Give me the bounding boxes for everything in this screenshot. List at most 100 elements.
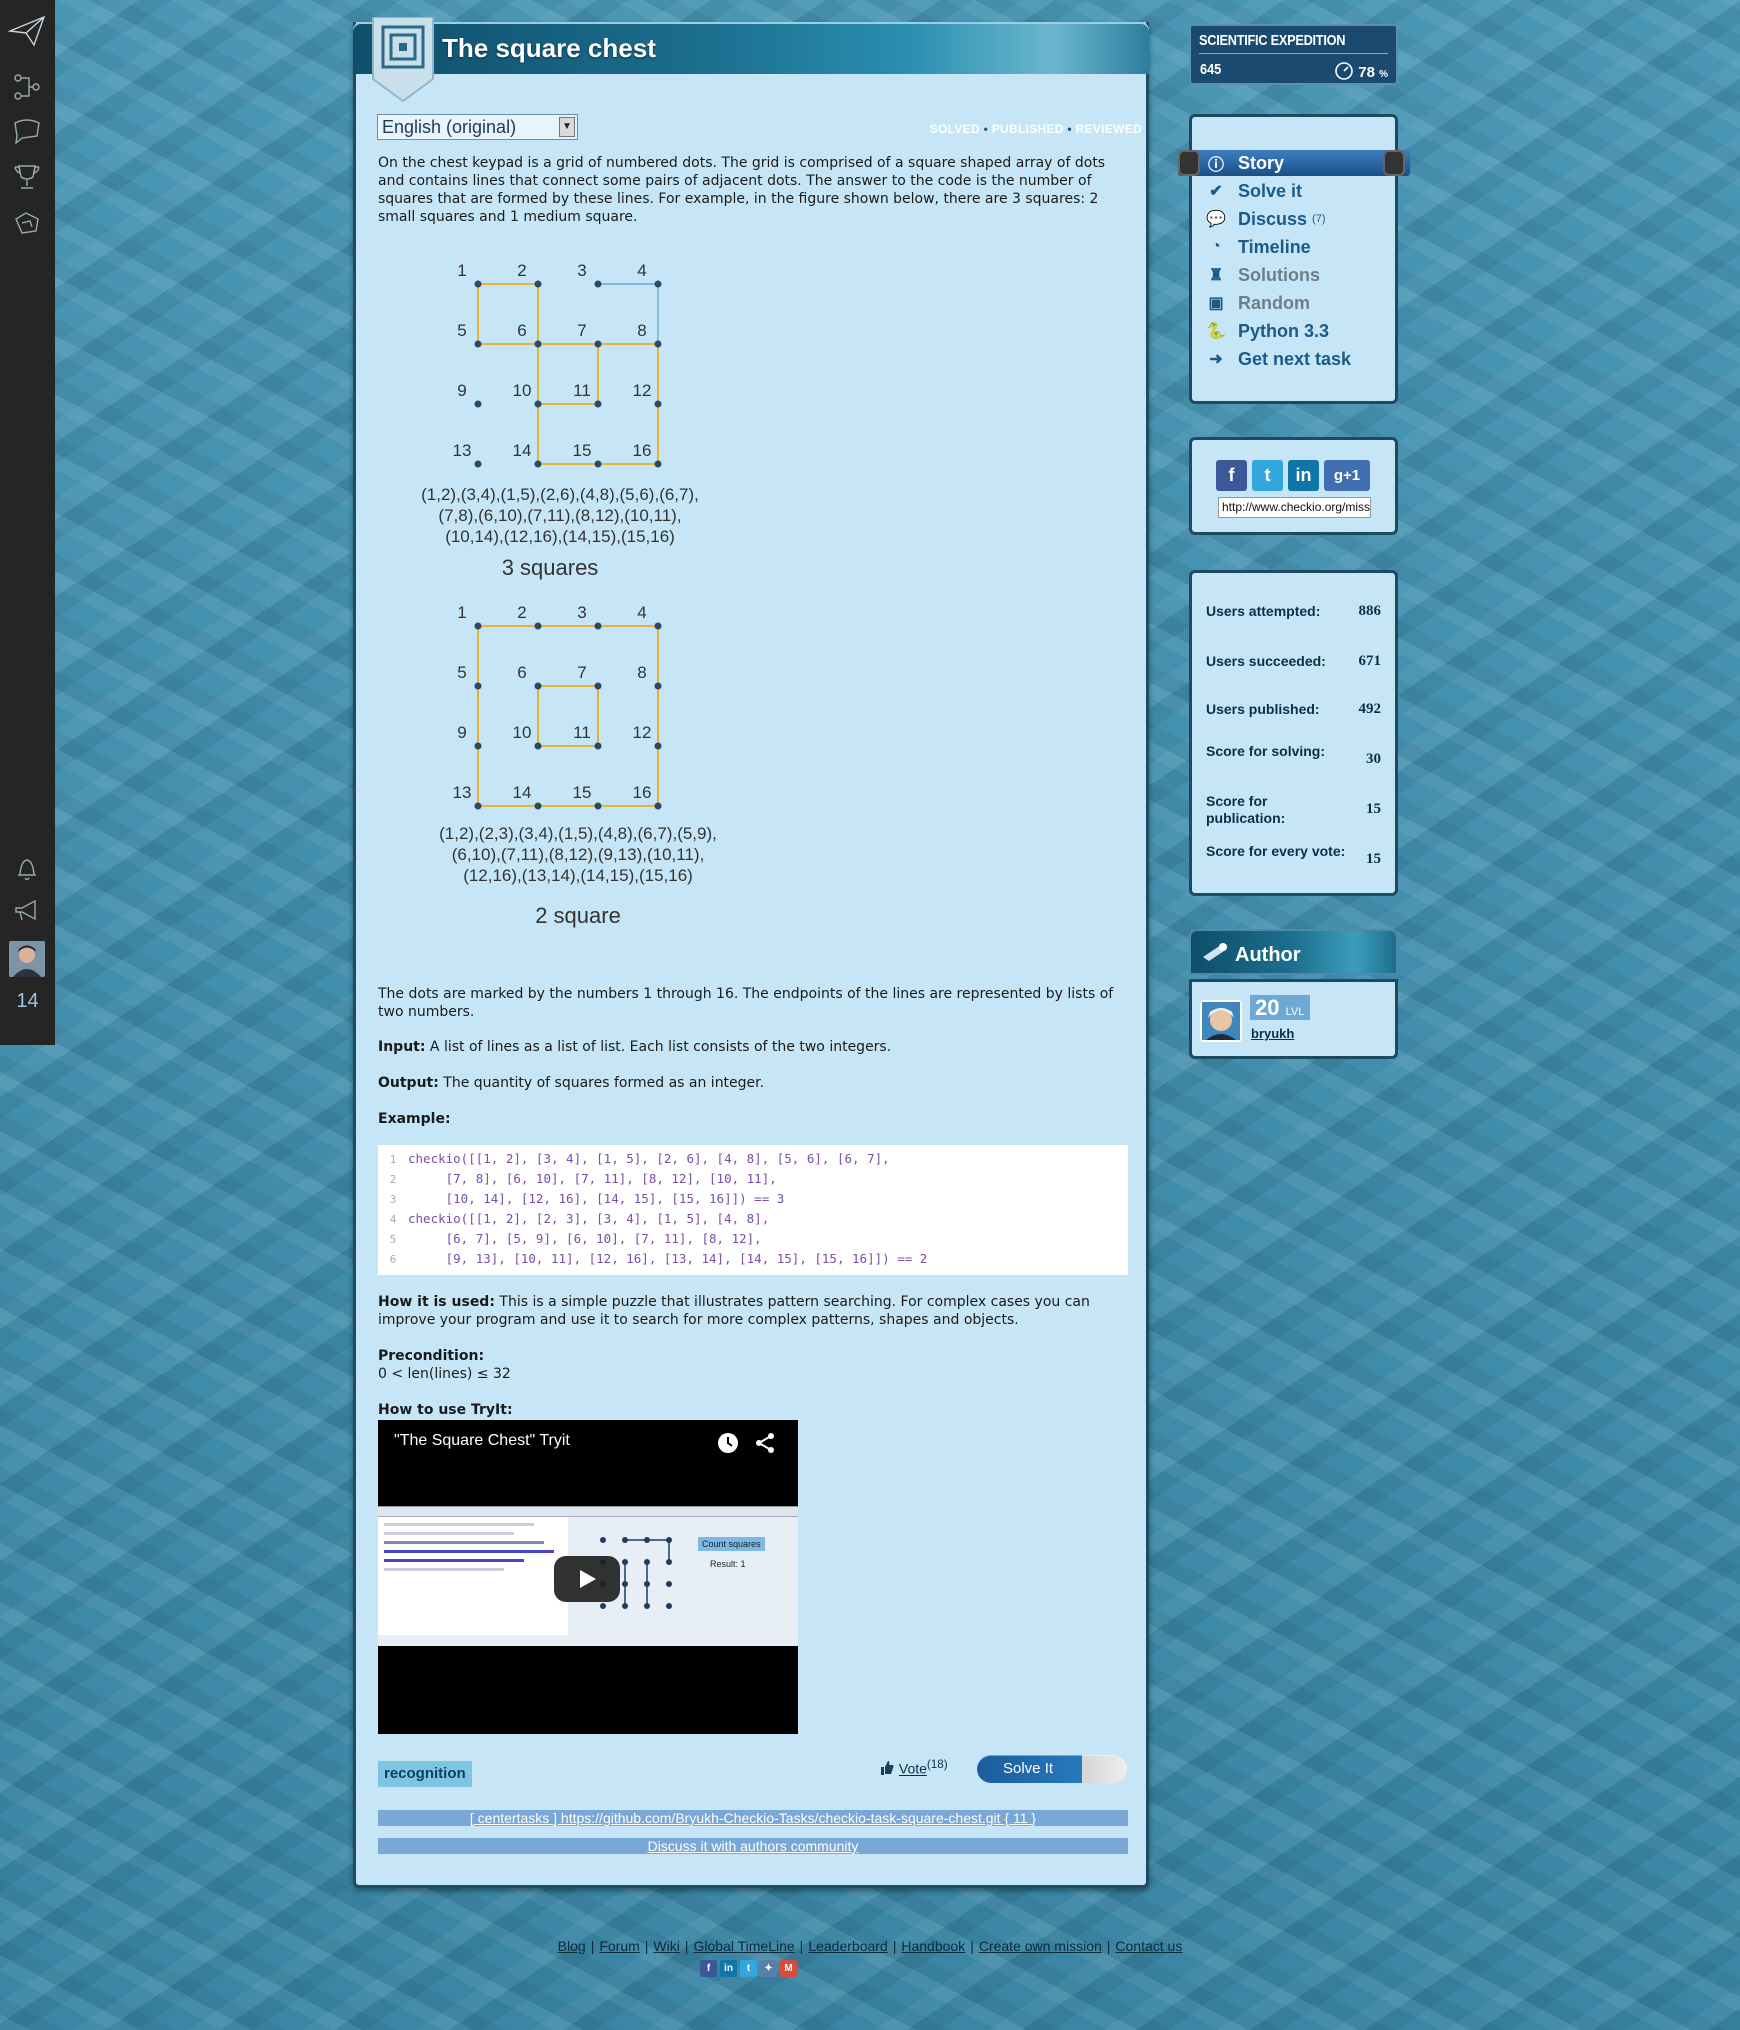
- grid-number: 5: [457, 663, 466, 682]
- video-title[interactable]: "The Square Chest" Tryit: [394, 1432, 570, 1450]
- thumbs-up-icon[interactable]: [879, 1760, 899, 1777]
- grid-dot: [654, 622, 662, 630]
- grid-number: 3: [577, 603, 586, 622]
- nav-item-count: (7): [1312, 213, 1326, 225]
- code-line-text: checkio([[1, 2], [3, 4], [1, 5], [2, 6],…: [408, 1151, 890, 1166]
- facebook-icon[interactable]: f: [700, 1960, 717, 1977]
- expedition-widget[interactable]: SCIENTIFIC EXPEDITION 645 78 %: [1189, 24, 1398, 85]
- input-description: Input: A list of lines as a list of list…: [378, 1038, 1130, 1056]
- map-icon[interactable]: [8, 68, 46, 106]
- twitter-share-icon[interactable]: t: [1252, 460, 1283, 491]
- nav-item-random[interactable]: ▣ Random: [1204, 290, 1310, 316]
- vote-count: (18): [926, 1758, 948, 1771]
- footer-link-global-timeline[interactable]: Global TimeLine: [694, 1938, 795, 1954]
- play-button[interactable]: [554, 1556, 620, 1602]
- language-select-value: English (original): [382, 117, 517, 137]
- usage-label: How it is used:: [378, 1294, 495, 1310]
- github-link[interactable]: [ centertasks ] https://github.com/Bryuk…: [378, 1810, 1128, 1826]
- author-badge-icon: [1201, 941, 1229, 967]
- footer-link-create-own-mission[interactable]: Create own mission: [979, 1938, 1102, 1954]
- nav-item-label: Solve it: [1238, 180, 1303, 201]
- gmail-icon[interactable]: M: [780, 1960, 797, 1977]
- megaphone-icon[interactable]: [8, 892, 46, 930]
- footer-link-leaderboard[interactable]: Leaderboard: [808, 1938, 887, 1954]
- vote-link[interactable]: Vote: [899, 1761, 927, 1777]
- figure-1-lines: (1,2),(3,4),(1,5),(2,6),(4,8),(5,6),(6,7…: [400, 484, 720, 547]
- story-intro: On the chest keypad is a grid of numbere…: [378, 155, 1106, 225]
- precondition-label: Precondition:: [378, 1348, 485, 1364]
- google-plus-share-icon[interactable]: g+1: [1324, 460, 1370, 491]
- watch-later-icon[interactable]: [717, 1432, 739, 1458]
- grid-dot: [474, 742, 482, 750]
- footer-link-contact-us[interactable]: Contact us: [1115, 1938, 1182, 1954]
- nav-item-label: Timeline: [1238, 236, 1311, 257]
- footer-link-handbook[interactable]: Handbook: [901, 1938, 965, 1954]
- grid-number: 6: [517, 321, 526, 340]
- vote-control[interactable]: Vote(18): [879, 1758, 948, 1777]
- thumbnail-console: [378, 1517, 568, 1635]
- footer-link-wiki[interactable]: Wiki: [653, 1938, 679, 1954]
- nav-item-solutions[interactable]: ♜ Solutions: [1204, 262, 1320, 288]
- chevron-down-icon[interactable]: ▼: [559, 117, 575, 137]
- share-url-field[interactable]: http://www.checkio.org/mission: [1218, 497, 1371, 518]
- author-level-unit: LVL: [1285, 1006, 1305, 1018]
- author-avatar[interactable]: [1200, 1000, 1242, 1042]
- stat-value: 15: [1366, 851, 1381, 867]
- grid-number: 2: [517, 603, 526, 622]
- mission-status: SOLVED • PUBLISHED • REVIEWED: [930, 122, 1142, 136]
- language-select[interactable]: English (original) ▼: [377, 114, 578, 140]
- grid-dot: [474, 280, 482, 288]
- figure-2-grid: 1 2 3 45 6 7 89 10 11 1213 14 15 16: [453, 603, 662, 810]
- code-example[interactable]: 1 checkio([[1, 2], [3, 4], [1, 5], [2, 6]…: [378, 1145, 1128, 1275]
- footer-link-blog[interactable]: Blog: [558, 1938, 586, 1954]
- linkedin-icon[interactable]: in: [720, 1960, 737, 1977]
- grid-dot: [594, 742, 602, 750]
- puzzle-icon[interactable]: [8, 204, 46, 242]
- stat-value: 886: [1358, 603, 1382, 619]
- nav-item-solve-it[interactable]: ✔ Solve it: [1204, 178, 1302, 204]
- user-avatar[interactable]: [9, 941, 45, 977]
- grid-number: 7: [577, 321, 586, 340]
- grid-number: 1: [457, 603, 466, 622]
- facebook-share-icon[interactable]: f: [1216, 460, 1247, 491]
- video-player[interactable]: "The Square Chest" Tryit Count squares R…: [378, 1420, 798, 1734]
- nav-item-timeline[interactable]: ◔ Timeline: [1204, 234, 1311, 260]
- info-icon: ⓘ: [1207, 157, 1224, 174]
- grid-dot: [594, 400, 602, 408]
- nav-item-python-3-3[interactable]: 🐍 Python 3.3: [1204, 318, 1329, 344]
- grid-dot: [474, 340, 482, 348]
- nav-item-story[interactable]: ⓘ Story: [1204, 150, 1284, 176]
- discuss-authors-link[interactable]: Discuss it with authors community: [378, 1838, 1128, 1854]
- grid-dot: [474, 682, 482, 690]
- trophy-icon[interactable]: [8, 158, 46, 196]
- author-name-link[interactable]: bryukh: [1251, 1026, 1294, 1041]
- footer-links: Blog | Forum | Wiki | Global TimeLine | Leaderbo…: [0, 1938, 1740, 1954]
- figure-2-line: (12,16),(13,14),(14,15),(15,16): [463, 866, 693, 885]
- expedition-title[interactable]: SCIENTIFIC EXPEDITION: [1199, 32, 1346, 49]
- share-icon[interactable]: [754, 1432, 776, 1458]
- chat-icon[interactable]: [8, 112, 46, 150]
- nav-item-discuss[interactable]: 💬 Discuss (7): [1204, 206, 1326, 232]
- footer-separator: |: [644, 1938, 649, 1954]
- code-line-number: 1: [389, 1153, 397, 1166]
- tag-recognition[interactable]: recognition: [378, 1761, 472, 1787]
- code-line-text: [6, 7], [5, 9], [6, 10], [7, 11], [8, 12…: [408, 1231, 762, 1246]
- solutions-icon: ♜: [1208, 267, 1224, 284]
- solve-it-button[interactable]: Solve It: [977, 1755, 1127, 1783]
- grid-number: 11: [573, 381, 591, 400]
- status-separator: •: [1067, 122, 1072, 136]
- notification-count[interactable]: 14: [0, 990, 55, 1013]
- linkedin-share-icon[interactable]: in: [1288, 460, 1319, 491]
- twitter-icon[interactable]: t: [740, 1960, 757, 1977]
- footer-separator: |: [799, 1938, 804, 1954]
- footer-link-forum[interactable]: Forum: [599, 1938, 639, 1954]
- delicious-icon[interactable]: ✦: [760, 1960, 777, 1977]
- grid-dot: [474, 460, 482, 468]
- expedition-divider: [1199, 53, 1388, 54]
- stat-value: 492: [1358, 701, 1382, 717]
- grid-dot: [534, 460, 542, 468]
- checkio-logo-icon[interactable]: [8, 12, 46, 50]
- bell-icon[interactable]: [8, 850, 46, 888]
- code-line-number: 5: [389, 1233, 397, 1246]
- nav-item-get-next-task[interactable]: ➜ Get next task: [1204, 346, 1351, 372]
